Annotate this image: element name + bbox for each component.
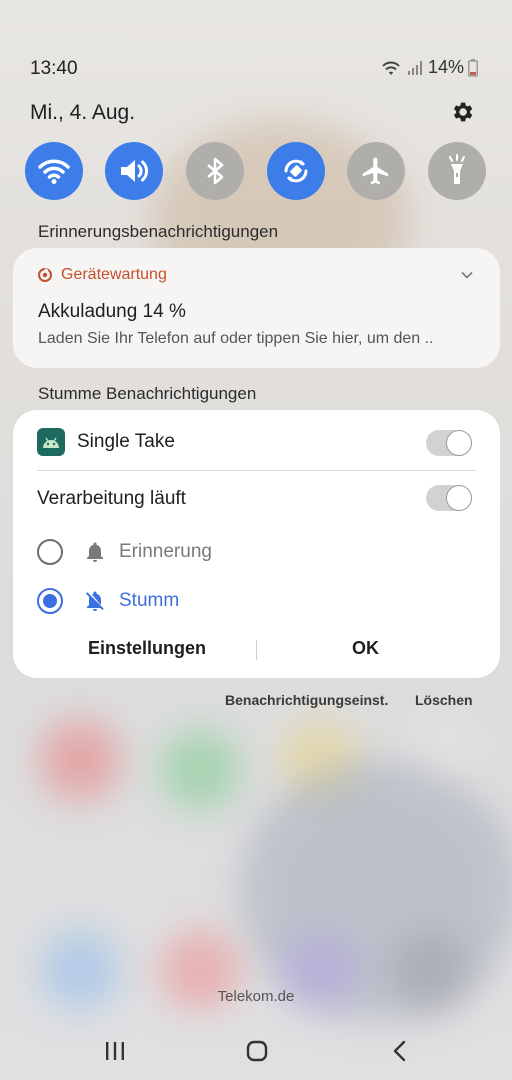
android-icon <box>43 437 59 448</box>
chevron-down-icon[interactable] <box>460 268 474 282</box>
quick-settings-row <box>0 142 512 200</box>
button-separator <box>256 640 257 660</box>
airplane-icon <box>362 157 388 185</box>
device-care-icon <box>38 268 52 282</box>
wifi-signal-icon <box>382 61 400 75</box>
wifi-icon <box>38 159 70 184</box>
popup-divider <box>37 470 476 471</box>
notification-title: Akkuladung 14 % <box>38 301 186 322</box>
radio-reminder[interactable] <box>37 539 63 565</box>
silent-section-title: Stumme Benachrichtigungen <box>38 384 257 403</box>
flashlight-icon <box>449 154 465 184</box>
popup-button-row: Einstellungen OK <box>13 632 500 668</box>
notification-text: Laden Sie Ihr Telefon auf oder tippen Si… <box>38 330 434 347</box>
recent-apps-icon[interactable] <box>100 1038 130 1064</box>
notification-app-name: Gerätewartung <box>61 266 167 283</box>
device-care-notification[interactable]: Gerätewartung Akkuladung 14 % Laden Sie … <box>13 248 500 368</box>
channel-toggle[interactable] <box>426 485 472 511</box>
wifi-toggle[interactable] <box>25 142 83 200</box>
option-reminder[interactable]: Erinnerung <box>37 539 212 565</box>
option-silent-label: Stumm <box>119 590 180 611</box>
speaker-icon <box>121 160 149 182</box>
airplane-mode-toggle[interactable] <box>347 142 405 200</box>
bluetooth-toggle[interactable] <box>186 142 244 200</box>
option-reminder-label: Erinnerung <box>119 541 212 562</box>
reminders-section-title: Erinnerungsbenachrichtigungen <box>38 222 279 241</box>
radio-silent[interactable] <box>37 588 63 614</box>
status-bar: 13:40 14% <box>0 56 512 82</box>
carrier-label: Telekom.de <box>217 988 295 1005</box>
home-icon[interactable] <box>242 1038 272 1064</box>
battery-icon <box>468 58 478 77</box>
navigation-bar <box>0 1030 512 1070</box>
ok-button[interactable]: OK <box>352 638 379 659</box>
bell-off-icon <box>86 591 104 611</box>
flashlight-toggle[interactable] <box>428 142 486 200</box>
auto-rotate-icon <box>284 159 308 183</box>
notification-settings-link[interactable]: Benachrichtigungseinst. <box>225 692 388 708</box>
status-time: 13:40 <box>30 58 78 79</box>
auto-rotate-toggle[interactable] <box>267 142 325 200</box>
popup-app-name: Single Take <box>77 431 175 452</box>
battery-percentage: 14% <box>427 57 464 77</box>
option-silent[interactable]: Stumm <box>37 588 179 614</box>
bluetooth-icon <box>207 157 224 185</box>
settings-gear-icon[interactable] <box>449 99 475 125</box>
app-notifications-toggle[interactable] <box>426 430 472 456</box>
settings-button[interactable]: Einstellungen <box>88 638 206 659</box>
notification-settings-panel: Single Take Verarbeitung läuft Erinnerun… <box>13 410 500 678</box>
date-label: Mi., 4. Aug. <box>30 101 136 124</box>
cell-signal-icon <box>407 60 422 75</box>
single-take-app-icon <box>37 428 65 456</box>
bell-icon <box>87 542 103 562</box>
channel-label: Verarbeitung läuft <box>37 488 186 509</box>
clear-all-link[interactable]: Löschen <box>415 692 473 708</box>
back-icon[interactable] <box>386 1038 416 1064</box>
sound-toggle[interactable] <box>105 142 163 200</box>
